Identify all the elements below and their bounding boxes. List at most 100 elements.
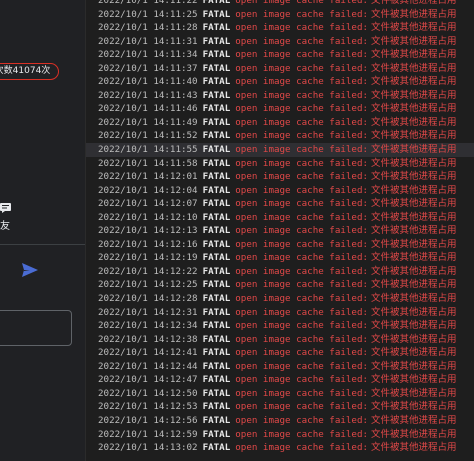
log-message: open image cache failed: [235, 103, 369, 115]
log-level: FATAL [202, 225, 231, 237]
log-timestamp: 2022/10/1 14:12:25 [98, 279, 198, 291]
log-message-detail: 文件被其他进程占用 [368, 293, 457, 305]
log-level: FATAL [202, 428, 231, 440]
log-row: 2022/10/1 14:12:38 FATAL open image cache … [86, 333, 474, 347]
log-row: 2022/10/1 14:11:49 FATAL open image cache … [86, 116, 474, 130]
log-message: open image cache failed: [235, 442, 369, 454]
log-timestamp: 2022/10/1 14:11:22 [98, 0, 198, 6]
log-message: open image cache failed: [235, 374, 369, 386]
log-row: 2022/10/1 14:12:28 FATAL open image cache … [86, 292, 474, 306]
log-message: open image cache failed: [235, 401, 369, 413]
log-message: open image cache failed: [235, 293, 369, 305]
log-message: open image cache failed: [235, 265, 369, 277]
log-timestamp: 2022/10/1 14:13:02 [98, 442, 198, 454]
log-row: 2022/10/1 14:12:41 FATAL open image cache … [86, 346, 474, 360]
log-message: open image cache failed: [235, 184, 369, 196]
log-row: 2022/10/1 14:12:34 FATAL open image cache … [86, 319, 474, 333]
log-message: open image cache failed: [235, 76, 369, 88]
log-level: FATAL [202, 62, 231, 74]
log-message-detail: 文件被其他进程占用 [368, 157, 457, 169]
log-message: open image cache failed: [235, 49, 369, 61]
log-message-detail: 文件被其他进程占用 [368, 184, 457, 196]
log-message-detail: 文件被其他进程占用 [368, 360, 457, 372]
log-level: FATAL [202, 116, 231, 128]
log-row: 2022/10/1 14:11:34 FATAL open image cache … [86, 48, 474, 62]
log-level: FATAL [202, 35, 231, 47]
log-message-detail: 文件被其他进程占用 [368, 265, 457, 277]
log-timestamp: 2022/10/1 14:12:41 [98, 347, 198, 359]
log-message: open image cache failed: [235, 0, 369, 6]
log-level: FATAL [202, 171, 231, 183]
log-level: FATAL [202, 252, 231, 264]
log-row: 2022/10/1 14:12:50 FATAL open image cache … [86, 387, 474, 401]
log-row: 2022/10/1 14:12:31 FATAL open image cache … [86, 306, 474, 320]
log-message: open image cache failed: [235, 252, 369, 264]
log-timestamp: 2022/10/1 14:12:53 [98, 401, 198, 413]
log-level: FATAL [202, 279, 231, 291]
log-timestamp: 2022/10/1 14:11:43 [98, 89, 198, 101]
log-level: FATAL [202, 76, 231, 88]
log-message-detail: 文件被其他进程占用 [368, 401, 457, 413]
log-message: open image cache failed: [235, 35, 369, 47]
log-row: 2022/10/1 14:12:59 FATAL open image cache … [86, 428, 474, 442]
message-input[interactable] [0, 310, 72, 346]
log-timestamp: 2022/10/1 14:12:16 [98, 238, 198, 250]
log-timestamp: 2022/10/1 14:12:01 [98, 171, 198, 183]
log-level: FATAL [202, 320, 231, 332]
log-message-detail: 文件被其他进程占用 [368, 116, 457, 128]
log-timestamp: 2022/10/1 14:11:37 [98, 62, 198, 74]
log-row: 2022/10/1 14:12:04 FATAL open image cache … [86, 184, 474, 198]
log-message: open image cache failed: [235, 22, 369, 34]
log-row: 2022/10/1 14:11:28 FATAL open image cache … [86, 21, 474, 35]
log-level: FATAL [202, 360, 231, 372]
log-message: open image cache failed: [235, 171, 369, 183]
send-icon[interactable] [21, 262, 39, 278]
log-message: open image cache failed: [235, 360, 369, 372]
log-message: open image cache failed: [235, 130, 369, 142]
log-timestamp: 2022/10/1 14:11:49 [98, 116, 198, 128]
log-message-detail: 文件被其他进程占用 [368, 198, 457, 210]
log-message: open image cache failed: [235, 225, 369, 237]
log-message: open image cache failed: [235, 116, 369, 128]
log-row: 2022/10/1 14:12:13 FATAL open image cache … [86, 224, 474, 238]
log-message: open image cache failed: [235, 333, 369, 345]
log-level: FATAL [202, 130, 231, 142]
log-message: open image cache failed: [235, 198, 369, 210]
log-level: FATAL [202, 198, 231, 210]
log-message: open image cache failed: [235, 8, 369, 20]
log-timestamp: 2022/10/1 14:12:19 [98, 252, 198, 264]
log-message-detail: 文件被其他进程占用 [368, 76, 457, 88]
count-badge: 次数41074次 [0, 63, 59, 80]
log-row: 2022/10/1 14:12:56 FATAL open image cache … [86, 414, 474, 428]
log-level: FATAL [202, 8, 231, 20]
log-message: open image cache failed: [235, 279, 369, 291]
log-timestamp: 2022/10/1 14:12:31 [98, 306, 198, 318]
log-row: 2022/10/1 14:11:37 FATAL open image cache … [86, 62, 474, 76]
log-level: FATAL [202, 22, 231, 34]
log-message: open image cache failed: [235, 387, 369, 399]
log-panel[interactable]: 2022/10/1 14:11:22 FATAL open image cache … [86, 0, 474, 461]
log-level: FATAL [202, 442, 231, 454]
log-timestamp: 2022/10/1 14:11:28 [98, 22, 198, 34]
log-timestamp: 2022/10/1 14:11:40 [98, 76, 198, 88]
log-row: 2022/10/1 14:12:22 FATAL open image cache … [86, 265, 474, 279]
log-timestamp: 2022/10/1 14:11:58 [98, 157, 198, 169]
log-message-detail: 文件被其他进程占用 [368, 252, 457, 264]
log-timestamp: 2022/10/1 14:12:59 [98, 428, 198, 440]
log-level: FATAL [202, 211, 231, 223]
log-level: FATAL [202, 0, 231, 6]
log-row: 2022/10/1 14:11:55 FATAL open image cache … [86, 143, 474, 157]
log-timestamp: 2022/10/1 14:11:52 [98, 130, 198, 142]
log-row: 2022/10/1 14:11:46 FATAL open image cache … [86, 102, 474, 116]
log-timestamp: 2022/10/1 14:12:04 [98, 184, 198, 196]
log-message-detail: 文件被其他进程占用 [368, 279, 457, 291]
log-row: 2022/10/1 14:12:19 FATAL open image cache … [86, 251, 474, 265]
log-row: 2022/10/1 14:12:47 FATAL open image cache … [86, 373, 474, 387]
log-row: 2022/10/1 14:13:02 FATAL open image cache … [86, 441, 474, 455]
log-row: 2022/10/1 14:12:25 FATAL open image cache … [86, 278, 474, 292]
log-message: open image cache failed: [235, 428, 369, 440]
log-timestamp: 2022/10/1 14:12:47 [98, 374, 198, 386]
log-message: open image cache failed: [235, 347, 369, 359]
log-message: open image cache failed: [235, 414, 369, 426]
log-timestamp: 2022/10/1 14:12:13 [98, 225, 198, 237]
